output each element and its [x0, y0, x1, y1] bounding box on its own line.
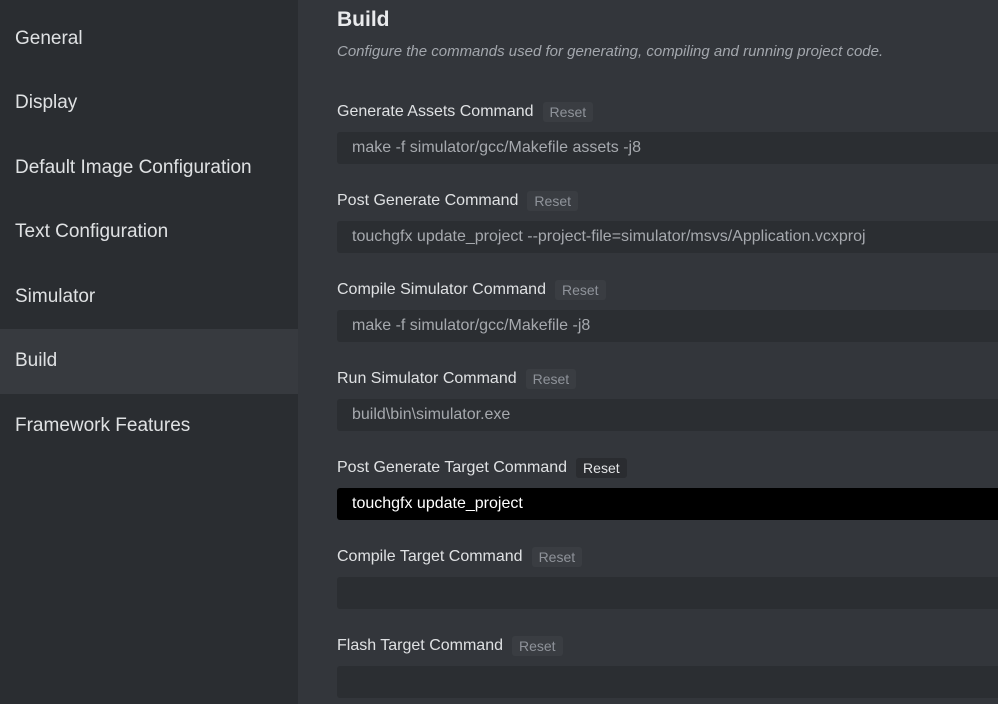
sidebar-item-simulator[interactable]: Simulator — [0, 265, 298, 330]
page-subtitle: Configure the commands used for generati… — [337, 43, 884, 60]
reset-button[interactable]: Reset — [512, 636, 563, 656]
sidebar-item-build[interactable]: Build — [0, 329, 298, 394]
sidebar-item-label: Display — [15, 92, 78, 114]
sidebar-item-default-image-configuration[interactable]: Default Image Configuration — [0, 136, 298, 201]
field-label: Post Generate Target Command — [337, 459, 568, 476]
sidebar-item-label: Simulator — [15, 285, 96, 307]
build-settings-panel: Build Configure the commands used for ge… — [298, 0, 998, 704]
reset-button[interactable]: Reset — [554, 280, 606, 300]
sidebar-item-label: Build — [15, 350, 58, 372]
sidebar-item-general[interactable]: General — [0, 0, 298, 71]
reset-button[interactable]: Reset — [525, 369, 577, 389]
field-label: Generate Assets Command — [337, 103, 534, 120]
flash-target-command-field: Flash Target Command Reset — [337, 634, 998, 698]
sidebar-item-framework-features[interactable]: Framework Features — [0, 394, 298, 459]
field-label: Run Simulator Command — [337, 370, 517, 387]
field-label: Post Generate Command — [337, 192, 519, 209]
generate-assets-command-field: Generate Assets Command Reset — [337, 100, 998, 164]
post-generate-target-command-input[interactable] — [337, 488, 998, 520]
flash-target-command-input[interactable] — [337, 666, 998, 698]
run-simulator-command-field: Run Simulator Command Reset — [337, 367, 998, 431]
reset-button[interactable]: Reset — [531, 547, 583, 567]
field-label: Compile Target Command — [337, 548, 523, 565]
post-generate-command-field: Post Generate Command Reset — [337, 189, 998, 253]
run-simulator-command-input[interactable] — [337, 399, 998, 431]
post-generate-command-input[interactable] — [337, 221, 998, 253]
post-generate-target-command-field: Post Generate Target Command Reset — [337, 456, 998, 520]
sidebar-item-label: Default Image Configuration — [15, 156, 252, 178]
sidebar-item-label: Text Configuration — [15, 221, 169, 243]
reset-button[interactable]: Reset — [542, 102, 594, 122]
sidebar-item-text-configuration[interactable]: Text Configuration — [0, 200, 298, 265]
compile-target-command-field: Compile Target Command Reset — [337, 545, 998, 609]
compile-simulator-command-field: Compile Simulator Command Reset — [337, 278, 998, 342]
field-label: Compile Simulator Command — [337, 281, 546, 298]
settings-sidebar: General Display Default Image Configurat… — [0, 0, 298, 704]
settings-window: General Display Default Image Configurat… — [0, 0, 998, 704]
reset-button[interactable]: Reset — [527, 191, 578, 211]
sidebar-item-label: Framework Features — [15, 414, 191, 436]
compile-target-command-input[interactable] — [337, 577, 998, 609]
reset-button[interactable]: Reset — [576, 458, 627, 478]
page-title: Build — [337, 8, 390, 31]
field-label: Flash Target Command — [337, 637, 503, 654]
sidebar-item-label: General — [15, 27, 83, 49]
compile-simulator-command-input[interactable] — [337, 310, 998, 342]
sidebar-item-display[interactable]: Display — [0, 71, 298, 136]
generate-assets-command-input[interactable] — [337, 132, 998, 164]
